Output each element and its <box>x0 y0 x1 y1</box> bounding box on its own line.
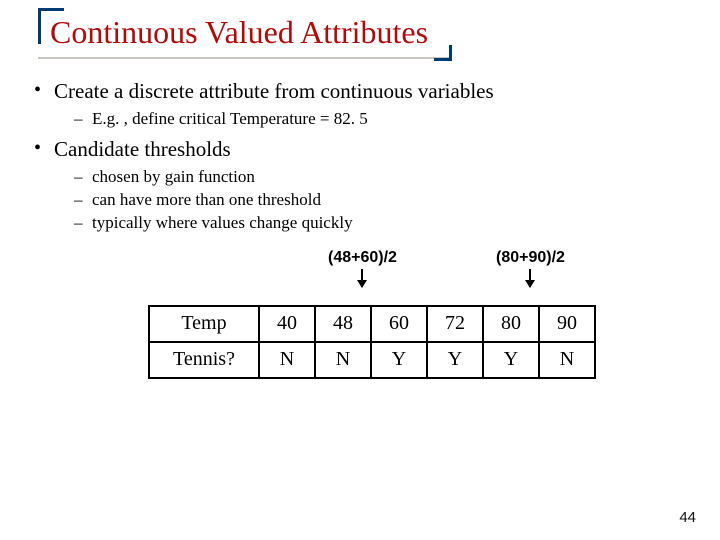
bullet-create-discrete: Create a discrete attribute from continu… <box>34 79 692 131</box>
threshold-annotations: (48+60)/2 (80+90)/2 <box>28 249 692 303</box>
title-corner-top-left <box>38 8 64 44</box>
table-row: Temp 40 48 60 72 80 90 <box>149 306 595 342</box>
table-cell: Y <box>371 342 427 378</box>
slide-title: Continuous Valued Attributes <box>46 12 434 59</box>
table-cell: N <box>539 342 595 378</box>
data-table: Temp 40 48 60 72 80 90 Tennis? N N Y Y Y… <box>148 305 596 379</box>
table-cell: 40 <box>259 306 315 342</box>
table-cell: 80 <box>483 306 539 342</box>
table-cell: N <box>315 342 371 378</box>
table-cell: 90 <box>539 306 595 342</box>
table-cell: Y <box>483 342 539 378</box>
table-cell: 72 <box>427 306 483 342</box>
page-number: 44 <box>679 509 696 526</box>
subbullet-text: can have more than one threshold <box>92 190 321 209</box>
subbullet-change: typically where values change quickly <box>74 212 692 235</box>
subbullet-gain: chosen by gain function <box>74 166 692 189</box>
subbullet-multi: can have more than one threshold <box>74 189 692 212</box>
bullet-text: Create a discrete attribute from continu… <box>54 79 494 103</box>
table-cell: N <box>259 342 315 378</box>
row-header-temp: Temp <box>149 306 259 342</box>
title-corner-bottom-right <box>434 45 452 61</box>
table-row: Tennis? N N Y Y Y N <box>149 342 595 378</box>
arrow-down-icon <box>529 269 531 287</box>
threshold-annotation-left: (48+60)/2 <box>328 249 397 287</box>
data-table-wrap: Temp 40 48 60 72 80 90 Tennis? N N Y Y Y… <box>148 305 692 379</box>
arrow-down-icon <box>361 269 363 287</box>
subbullet-text: typically where values change quickly <box>92 213 353 232</box>
bullet-candidate-thresholds: Candidate thresholds chosen by gain func… <box>34 137 692 235</box>
subbullet-example: E.g. , define critical Temperature = 82.… <box>74 108 692 131</box>
slide-title-block: Continuous Valued Attributes <box>46 12 434 59</box>
table-cell: 48 <box>315 306 371 342</box>
table-cell: 60 <box>371 306 427 342</box>
annotation-text: (80+90)/2 <box>496 249 565 266</box>
annotation-text: (48+60)/2 <box>328 249 397 266</box>
bullet-text: Candidate thresholds <box>54 137 231 161</box>
title-underline <box>38 57 452 59</box>
subbullet-text: E.g. , define critical Temperature = 82.… <box>92 109 368 128</box>
row-header-tennis: Tennis? <box>149 342 259 378</box>
slide-content: Create a discrete attribute from continu… <box>28 79 692 379</box>
subbullet-text: chosen by gain function <box>92 167 255 186</box>
threshold-annotation-right: (80+90)/2 <box>496 249 565 287</box>
table-cell: Y <box>427 342 483 378</box>
